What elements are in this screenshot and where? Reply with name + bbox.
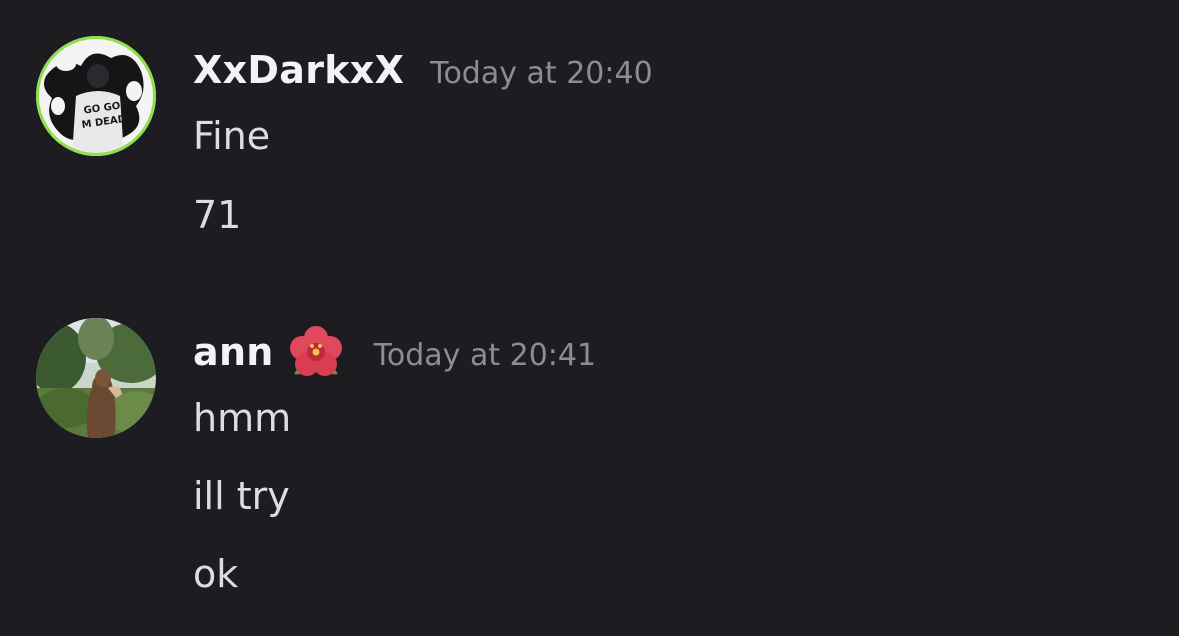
username[interactable]: ann	[193, 330, 274, 374]
username[interactable]: XxDarkxX	[193, 48, 404, 92]
sparkle-icon	[134, 42, 152, 60]
message-text: hmm	[193, 396, 292, 440]
message-text: ok	[193, 552, 239, 596]
hibiscus-icon	[289, 326, 342, 376]
message-text: Fine	[193, 114, 271, 158]
message-text: 71	[193, 193, 242, 237]
message-header: XxDarkxX Today at 20:40	[193, 42, 653, 98]
timestamp[interactable]: Today at 20:41	[374, 338, 596, 373]
avatar[interactable]	[36, 318, 156, 438]
message-text: ill try	[193, 474, 290, 518]
timestamp[interactable]: Today at 20:40	[430, 56, 652, 91]
message-header: ann Today at 20:41	[193, 324, 596, 380]
chat-log: GO GOIN M DEAD XxDarkxX Today at 20:40 F…	[0, 0, 1179, 636]
sparkle-icon	[44, 132, 62, 150]
avatar[interactable]: GO GOIN M DEAD	[36, 36, 156, 156]
